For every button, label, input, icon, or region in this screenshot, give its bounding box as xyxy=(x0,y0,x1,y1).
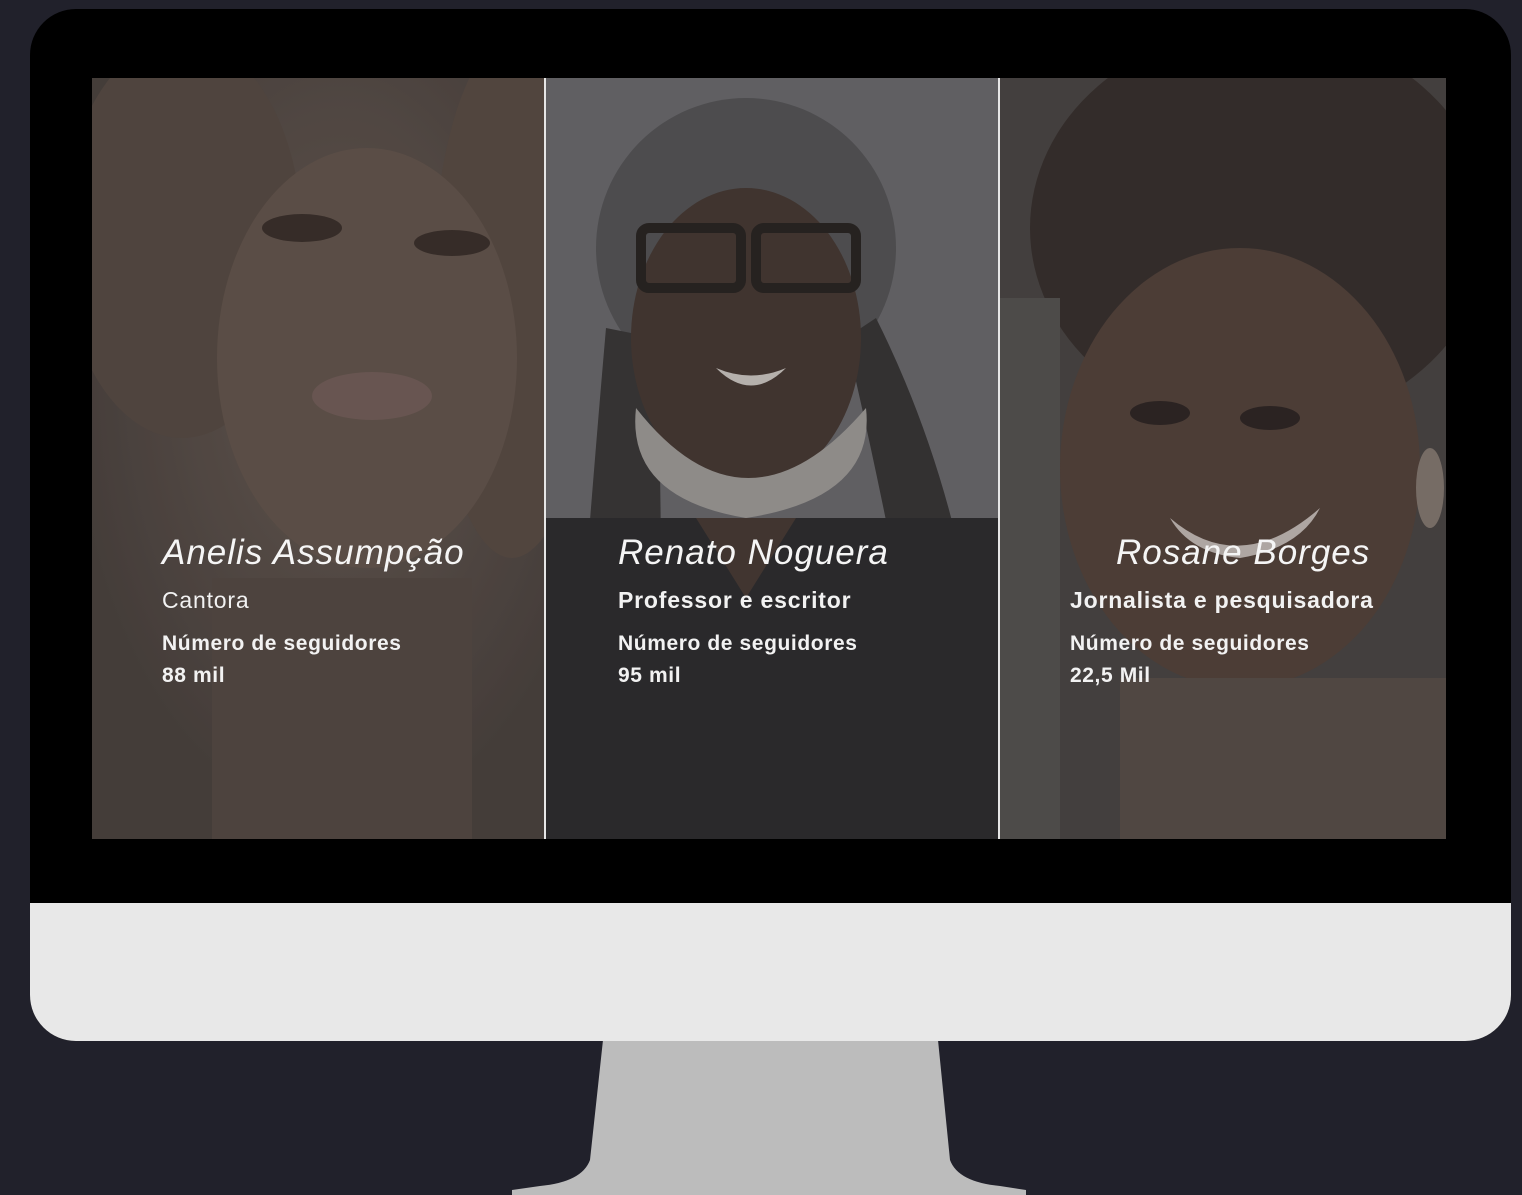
followers-label: Número de seguidores xyxy=(618,632,858,655)
monitor-chin xyxy=(30,903,1511,1041)
monitor: Anelis Assumpção Cantora Número de segui… xyxy=(30,9,1511,1041)
followers-label: Número de seguidores xyxy=(1070,632,1310,655)
profile-card-renato[interactable]: Renato Noguera Professor e escritor Núme… xyxy=(546,78,998,839)
followers-count: 88 mil xyxy=(162,664,226,687)
profile-role: Jornalista e pesquisadora xyxy=(1070,587,1374,613)
profile-role: Professor e escritor xyxy=(618,587,852,613)
followers-count: 22,5 Mil xyxy=(1070,664,1151,687)
followers-label: Número de seguidores xyxy=(162,632,402,655)
profile-info: Rosane Borges Jornalista e pesquisadora … xyxy=(1070,533,1374,692)
profile-name: Anelis Assumpção xyxy=(162,533,465,572)
profile-info: Anelis Assumpção Cantora Número de segui… xyxy=(162,533,465,692)
monitor-screen: Anelis Assumpção Cantora Número de segui… xyxy=(92,78,1446,839)
portrait-overlay xyxy=(92,78,544,839)
profile-name: Rosane Borges xyxy=(1116,533,1371,572)
portrait-overlay xyxy=(1000,78,1446,839)
profile-name: Renato Noguera xyxy=(618,533,889,572)
profile-card-anelis[interactable]: Anelis Assumpção Cantora Número de segui… xyxy=(92,78,544,839)
desktop-mockup: Anelis Assumpção Cantora Número de segui… xyxy=(0,0,1522,1195)
followers-count: 95 mil xyxy=(618,664,682,687)
portrait-overlay xyxy=(546,78,998,839)
profile-info: Renato Noguera Professor e escritor Núme… xyxy=(618,533,889,692)
profile-card-rosane[interactable]: Rosane Borges Jornalista e pesquisadora … xyxy=(1000,78,1446,839)
profile-role: Cantora xyxy=(162,587,250,613)
